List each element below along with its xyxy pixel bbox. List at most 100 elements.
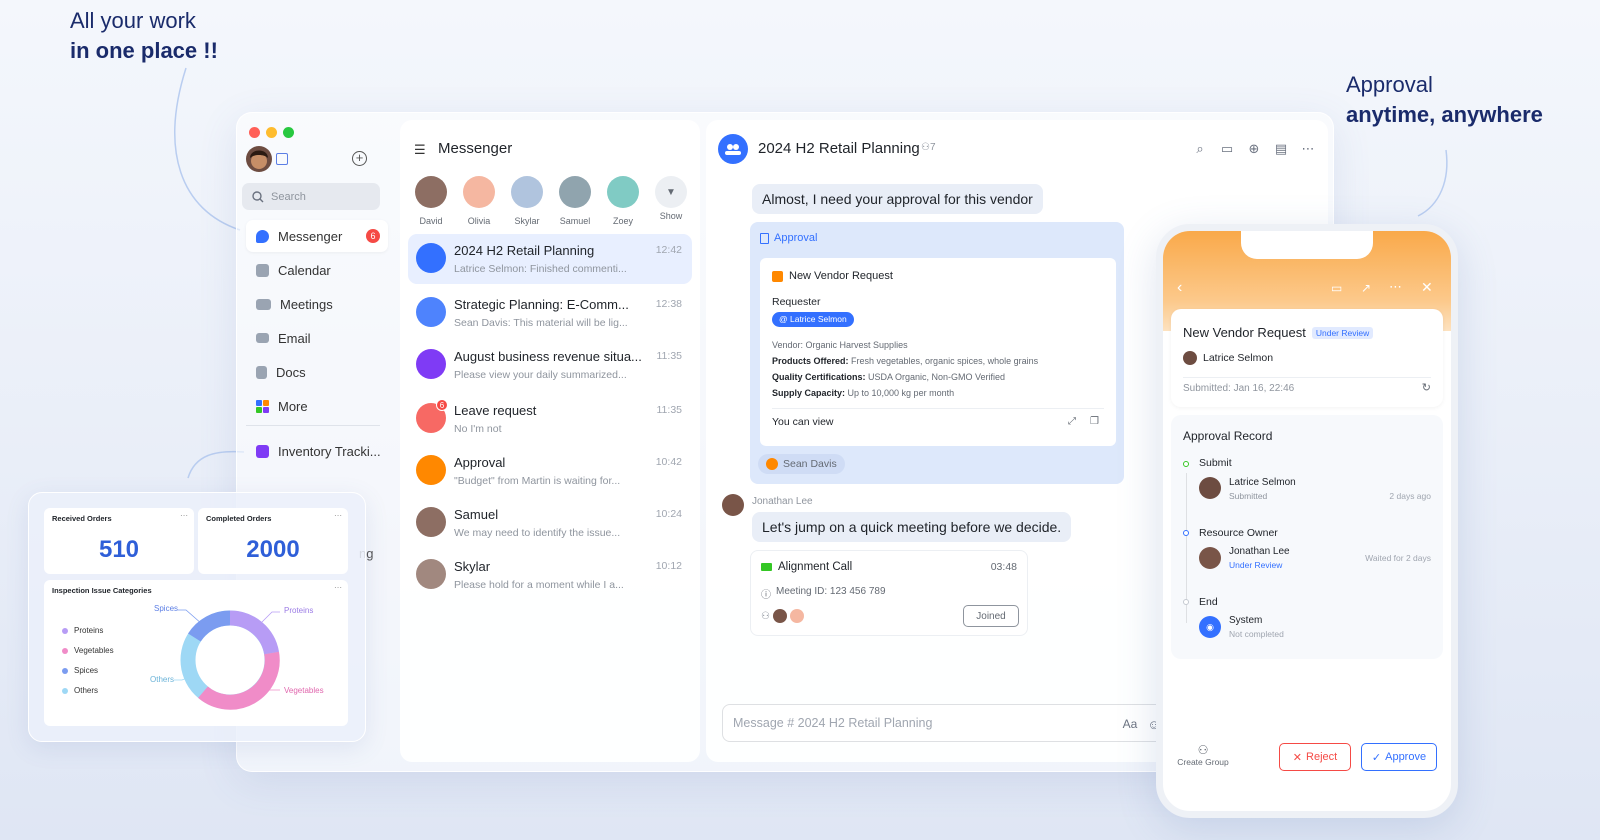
contact-skylar[interactable]: Skylar [508, 176, 546, 226]
refresh-icon[interactable]: ↻ [1422, 381, 1431, 394]
chat-row[interactable]: August business revenue situa... Please v… [408, 340, 692, 390]
expand-icon[interactable]: ⤢ [1068, 416, 1076, 427]
share-icon[interactable]: ↗ [1361, 281, 1371, 295]
more-icon[interactable]: ⋯ [180, 511, 188, 520]
search-placeholder: Search [271, 190, 306, 203]
create-group-button[interactable]: ⚇ Create Group [1173, 743, 1233, 767]
chat-row[interactable]: Leave request No I'm not 11:35 6 [408, 394, 692, 444]
quality-line: Quality Certifications: USDA Organic, No… [772, 369, 1038, 385]
video-icon [761, 563, 772, 571]
chat-row[interactable]: Strategic Planning: E-Comm... Sean Davis:… [408, 288, 692, 338]
minimize-window-icon[interactable] [266, 127, 277, 138]
reject-button[interactable]: ✕ Reject [1279, 743, 1351, 771]
approve-button[interactable]: ✓ Approve [1361, 743, 1437, 771]
copy-icon[interactable]: ❐ [1090, 416, 1099, 427]
step-state: Under Review [1229, 560, 1283, 570]
contact-samuel[interactable]: Samuel [556, 176, 594, 226]
request-title: New Vendor Request [1183, 325, 1306, 340]
phone-notch [1241, 231, 1373, 259]
info-icon: ⓘ [761, 590, 771, 601]
avatar [607, 176, 639, 208]
sidebar-item-more[interactable]: More [246, 390, 388, 422]
completed-orders-label: Completed Orders [206, 514, 272, 523]
joined-button[interactable]: Joined [963, 605, 1019, 627]
sidebar-item-calendar[interactable]: Calendar [246, 254, 388, 286]
meeting-id: Meeting ID: 123 456 789 [776, 586, 886, 597]
chat-preview: Sean Davis: This material will be lig... [454, 317, 628, 329]
vendor-request-card: New Vendor Request Requester @ Latrice S… [760, 258, 1116, 446]
step-dot [1183, 461, 1189, 467]
mail-icon [256, 333, 269, 343]
sidebar-item-meetings[interactable]: Meetings [246, 288, 388, 320]
sidebar-item-messenger[interactable]: Messenger 6 [246, 220, 388, 252]
received-orders-value: 510 [98, 536, 140, 563]
chat-preview: Please view your daily summarized... [454, 369, 627, 381]
reaction-emoji-icon [766, 458, 778, 470]
legend-vegetables: Vegetables [62, 646, 114, 655]
chat-avatar [416, 455, 446, 485]
chat-row[interactable]: Approval "Budget" from Martin is waiting … [408, 446, 692, 496]
avatar [1199, 547, 1221, 569]
chat-preview: We may need to identify the issue... [454, 527, 621, 539]
completed-orders-card[interactable]: Completed Orders ⋯ 2000 [198, 508, 348, 574]
status-badge: Under Review [1311, 326, 1374, 339]
chat-row[interactable]: Skylar Please hold for a moment while I a… [408, 550, 692, 600]
chat-row[interactable]: Samuel We may need to identify the issue.… [408, 498, 692, 548]
more-icon[interactable]: ⋯ [334, 511, 342, 520]
chat-name: Skylar [454, 559, 491, 574]
maximize-window-icon[interactable] [283, 127, 294, 138]
sidebar-item-docs[interactable]: Docs [246, 356, 388, 388]
back-icon[interactable]: ‹ [1177, 279, 1182, 297]
calendar-mini-icon[interactable] [276, 153, 288, 165]
meeting-card[interactable]: Alignment Call 03:48 ⓘ Meeting ID: 123 4… [750, 550, 1028, 636]
received-orders-card[interactable]: Received Orders ⋯ 510 [44, 508, 194, 574]
close-window-icon[interactable] [249, 127, 260, 138]
search-box[interactable]: Search [242, 183, 380, 210]
video-icon [256, 298, 271, 310]
meeting-id-row: ⓘ Meeting ID: 123 456 789 [761, 586, 886, 601]
legend-swatch [62, 687, 68, 694]
approval-card[interactable]: Approval New Vendor Request Requester @ … [750, 222, 1124, 484]
sender-name: Jonathan Lee [752, 496, 813, 507]
close-icon[interactable]: ✕ [1421, 279, 1433, 296]
step-state: Not completed [1229, 629, 1284, 639]
sidebar-item-email[interactable]: Email [246, 322, 388, 354]
callout-others: Others [150, 675, 175, 684]
add-icon[interactable]: + [352, 151, 367, 166]
show-more-contacts[interactable]: ▼ Show [652, 176, 690, 221]
contact-name: Samuel [559, 216, 591, 226]
comment-icon[interactable]: ▭ [1331, 281, 1342, 295]
collapse-list-icon[interactable]: ☰ [414, 142, 426, 158]
contact-name: Olivia [467, 216, 491, 226]
more-icon[interactable]: ⋯ [334, 583, 342, 592]
video-call-icon[interactable]: ▭ [1219, 141, 1235, 157]
contact-olivia[interactable]: Olivia [460, 176, 498, 226]
search-icon[interactable]: ⌕ [1192, 141, 1208, 157]
sidebar-item-inventory[interactable]: Inventory Tracki... [246, 435, 388, 467]
calendar-icon [256, 263, 269, 277]
message-bubble: Let's jump on a quick meeting before we … [752, 512, 1072, 542]
show-label: Show [659, 211, 683, 221]
user-avatar[interactable] [246, 146, 272, 172]
group-avatar [718, 134, 748, 164]
contact-david[interactable]: David [412, 176, 450, 226]
donut-chart [174, 609, 280, 710]
more-icon[interactable]: ⋯ [1389, 279, 1402, 295]
pin-icon[interactable]: ▤ [1273, 141, 1289, 157]
inspection-title: Inspection Issue Categories [52, 586, 152, 595]
legend-swatch [62, 667, 68, 674]
legend-others: Others [62, 686, 98, 695]
requester-tag[interactable]: @ Latrice Selmon [772, 312, 854, 327]
reaction-chip[interactable]: Sean Davis [758, 454, 845, 474]
more-icon[interactable]: ⋯ [1300, 141, 1316, 157]
products-label: Products Offered: [772, 356, 849, 366]
message-input[interactable]: Message # 2024 H2 Retail Planning [722, 704, 1166, 742]
add-member-icon[interactable]: ⊕ [1246, 141, 1262, 157]
contact-zoey[interactable]: Zoey [604, 176, 642, 226]
legend-swatch [62, 627, 68, 634]
step-label: Submit [1199, 457, 1232, 469]
text-format-icon[interactable]: Aa [1122, 716, 1138, 732]
chat-row[interactable]: 2024 H2 Retail Planning Latrice Selmon: F… [408, 234, 692, 284]
approve-label: Approve [1385, 751, 1427, 763]
step-person: System [1229, 615, 1263, 626]
